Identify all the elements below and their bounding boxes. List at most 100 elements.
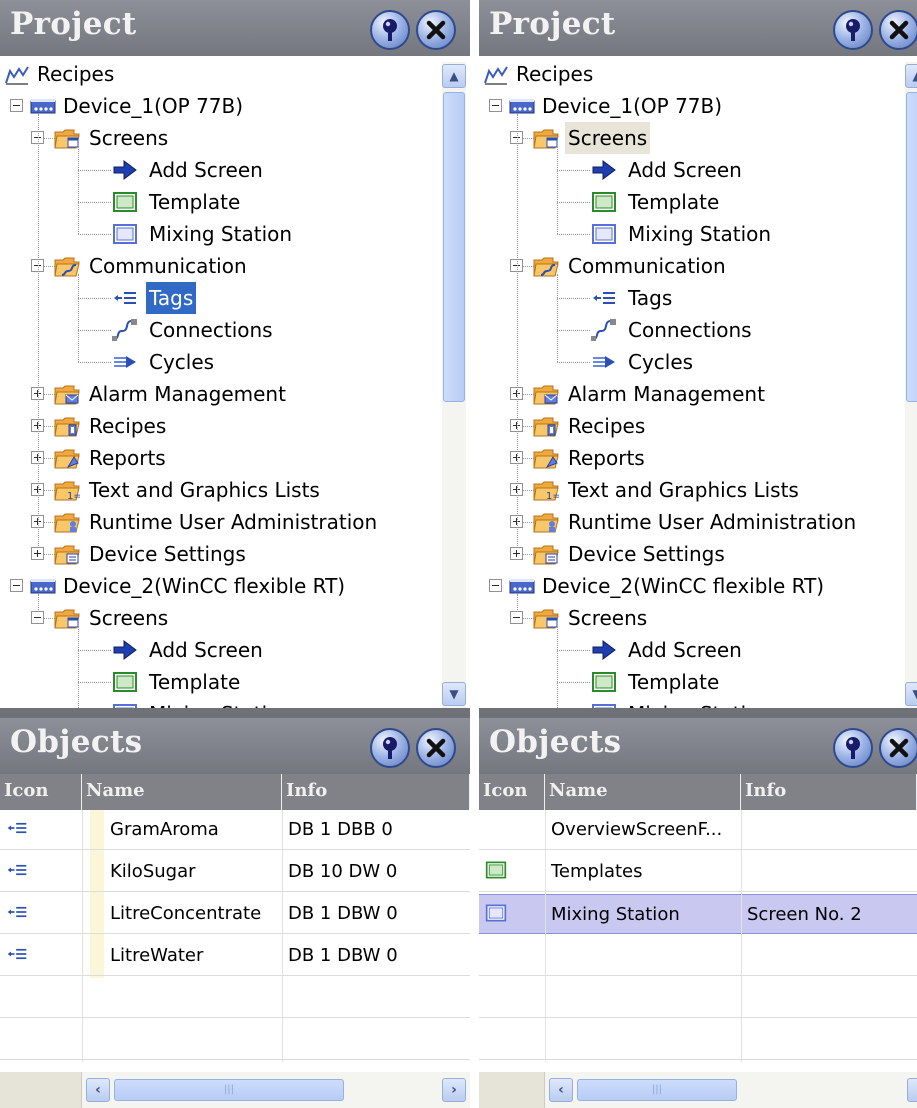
tree-item[interactable]: Device_2(WinCC flexible RT) [479,570,917,602]
table-row[interactable]: GramAroma DB 1 DBB 0 [0,810,470,850]
expand-icon[interactable] [31,547,44,560]
arrow-up-icon[interactable]: ▲ [442,64,466,88]
screen-icon [112,221,138,247]
help-pin-icon[interactable] [833,728,873,768]
help-pin-icon[interactable] [370,728,410,768]
tree-item[interactable]: Alarm Management [0,378,470,410]
tree-item[interactable]: Template [0,186,470,218]
tree-item[interactable]: 1= Text and Graphics Lists [0,474,470,506]
scroll-thumb[interactable]: ||| [114,1079,344,1101]
tree-item[interactable]: Recipes [479,58,917,90]
tree-item[interactable]: Cycles [479,346,917,378]
tree-item[interactable]: Recipes [0,410,470,442]
collapse-icon[interactable] [510,611,523,624]
tree-item[interactable]: Template [0,666,470,698]
tree-item[interactable]: Device_1(OP 77B) [479,90,917,122]
tree-item[interactable]: Screens [0,122,470,154]
objects-table-header: Icon Name Info [479,774,917,810]
tree-item[interactable]: Recipes [0,58,470,90]
close-icon[interactable] [416,728,456,768]
arrow-up-icon[interactable]: ▲ [905,64,917,88]
tree-item[interactable]: Screens [479,602,917,634]
tree-item[interactable]: 1= Text and Graphics Lists [479,474,917,506]
tree-item[interactable]: Recipes [479,410,917,442]
tree-item[interactable]: Runtime User Administration [479,506,917,538]
tree-item[interactable]: Communication [0,250,470,282]
tree-item[interactable]: Device Settings [479,538,917,570]
tree-item[interactable]: Cycles [0,346,470,378]
collapse-icon[interactable] [31,611,44,624]
tree-item[interactable]: Connections [479,314,917,346]
arrow-right-icon[interactable]: › [442,1078,466,1102]
column-header-icon[interactable]: Icon [0,774,82,810]
collapse-icon[interactable] [10,99,23,112]
arrow-left-icon[interactable]: ‹ [549,1078,573,1102]
objects-title: Objects [10,724,143,760]
tree-item[interactable]: Template [479,186,917,218]
help-pin-icon[interactable] [833,10,873,50]
close-icon[interactable] [416,10,456,50]
device-icon [509,573,535,599]
arrow-left-icon[interactable]: ‹ [86,1078,110,1102]
tree-connector [78,626,79,708]
tree-item[interactable]: Screens [0,602,470,634]
collapse-icon[interactable] [489,579,502,592]
tree-item[interactable]: Add Screen [479,634,917,666]
tree-item-label: Add Screen [628,638,742,662]
close-icon[interactable] [879,10,917,50]
tree-item[interactable]: Runtime User Administration [0,506,470,538]
tree-item[interactable]: Screens [479,122,917,154]
tree-item[interactable]: Mixing Station [0,218,470,250]
tree-item[interactable]: Connections [0,314,470,346]
tree-item[interactable]: Mixing Station [479,698,917,708]
column-header-info[interactable]: Info [282,774,470,810]
tree-item[interactable]: Device Settings [0,538,470,570]
arrow-down-icon[interactable]: ▼ [905,682,917,706]
collapse-icon[interactable] [10,579,23,592]
empty-table-row [0,978,470,1018]
column-header-info[interactable]: Info [741,774,917,810]
column-header-name[interactable]: Name [545,774,741,810]
scroll-thumb[interactable]: ||| [577,1079,737,1101]
column-header-name[interactable]: Name [82,774,282,810]
template-screen-icon [591,189,617,215]
tree-item[interactable]: Device_1(OP 77B) [0,90,470,122]
tree-item[interactable]: Tags [0,282,470,314]
tree-vertical-scrollbar[interactable]: ▲ ▼ [905,62,917,708]
pane-separator[interactable] [0,708,470,718]
screen-icon [479,895,545,935]
tree-item[interactable]: Mixing Station [479,218,917,250]
tree-item[interactable]: Add Screen [0,154,470,186]
device-settings-folder-icon [54,541,80,567]
tree-vertical-scrollbar[interactable]: ▲ ▼ [442,62,466,708]
arrow-right-icon[interactable]: › [907,1078,917,1102]
reports-folder-icon [54,445,80,471]
tree-item[interactable]: Communication [479,250,917,282]
info-cell: DB 10 DW 0 [288,861,398,882]
tree-item[interactable]: Add Screen [479,154,917,186]
tree-item[interactable]: Reports [479,442,917,474]
help-pin-icon[interactable] [370,10,410,50]
close-icon[interactable] [879,728,917,768]
tree-item[interactable]: Device_2(WinCC flexible RT) [0,570,470,602]
pane-separator[interactable] [479,708,917,718]
tree-item[interactable]: Add Screen [0,634,470,666]
scroll-thumb[interactable] [906,92,917,402]
table-row[interactable]: KiloSugar DB 10 DW 0 [0,852,470,892]
table-row[interactable]: LitreConcentrate DB 1 DBW 0 [0,894,470,934]
tree-item[interactable]: Mixing Station [0,698,470,708]
collapse-icon[interactable] [489,99,502,112]
tree-item[interactable]: Alarm Management [479,378,917,410]
tree-item[interactable]: Template [479,666,917,698]
add-screen-icon [112,157,138,183]
table-row[interactable]: LitreWater DB 1 DBW 0 [0,936,470,976]
arrow-down-icon[interactable]: ▼ [442,682,466,706]
add-screen-icon [112,637,138,663]
expand-icon[interactable] [510,547,523,560]
tree-item[interactable]: Tags [479,282,917,314]
column-header-icon[interactable]: Icon [479,774,545,810]
table-horizontal-scrollbar[interactable]: ‹ ||| › [479,1072,917,1108]
scroll-thumb[interactable] [443,92,465,402]
tree-item[interactable]: Reports [0,442,470,474]
table-horizontal-scrollbar[interactable]: ‹ ||| › [0,1072,470,1108]
